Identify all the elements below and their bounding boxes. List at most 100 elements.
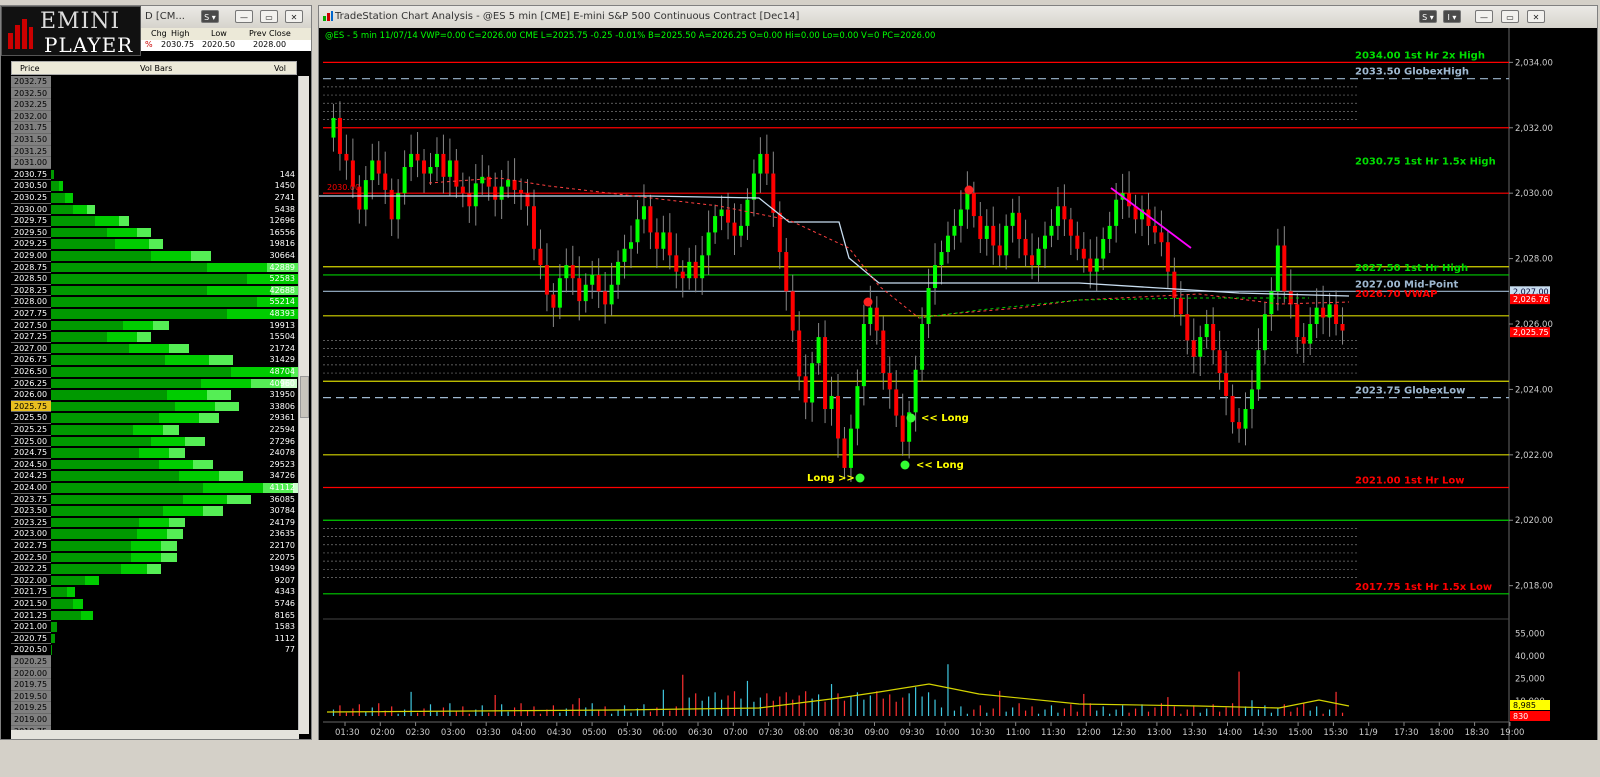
ladder-row[interactable]: 2032.75 xyxy=(11,76,299,88)
ladder-row[interactable]: 2022.00 9207 xyxy=(11,574,299,587)
ladder-row[interactable]: 2027.75 48393 xyxy=(11,308,299,320)
ladder-row[interactable]: 2024.00 41112 xyxy=(11,482,299,494)
ladder-row[interactable]: 2030.75 144 xyxy=(11,168,299,181)
ladder-row[interactable]: 2028.75 42889 xyxy=(11,261,299,274)
ladder-row[interactable]: 2025.00 27296 xyxy=(11,435,299,448)
ladder-row[interactable]: 2020.25 xyxy=(11,656,299,668)
candle-body xyxy=(1068,219,1073,236)
ladder-row[interactable]: 2032.50 xyxy=(11,87,299,100)
volume-bar xyxy=(51,448,139,458)
candle-body xyxy=(544,265,549,295)
candle-body xyxy=(473,183,478,207)
chart-close-button[interactable]: ✕ xyxy=(1527,10,1545,23)
volume-bar xyxy=(169,517,185,528)
ladder-row[interactable]: 2030.25 2741 xyxy=(11,192,299,204)
column-price[interactable]: Price xyxy=(20,64,40,73)
scroll-thumb[interactable] xyxy=(300,376,309,418)
ladder-row[interactable]: 2026.00 31950 xyxy=(11,389,299,401)
ladder-price: 2020.75 xyxy=(11,632,51,645)
x-tick-label: 03:00 xyxy=(441,728,466,738)
ladder-row[interactable]: 2029.75 12696 xyxy=(11,215,299,227)
ladder-price: 2027.25 xyxy=(11,331,51,343)
y-tick-label: 2,022.00 xyxy=(1515,451,1553,461)
ladder-horizontal-scrollbar[interactable] xyxy=(11,730,299,739)
ladder-row[interactable]: 2024.50 29523 xyxy=(11,458,299,471)
ladder-row[interactable]: 2027.25 15504 xyxy=(11,331,299,343)
ladder-row[interactable]: 2027.00 21724 xyxy=(11,342,299,355)
ladder-row[interactable]: 2026.25 40960 xyxy=(11,377,299,390)
volume-bar xyxy=(227,494,251,505)
ladder-row[interactable]: 2028.00 55214 xyxy=(11,296,299,308)
ladder-row[interactable]: 2022.25 19499 xyxy=(11,563,299,575)
ladder-row[interactable]: 2028.25 42688 xyxy=(11,284,299,297)
ladder-row[interactable]: 2021.00 1583 xyxy=(11,621,299,633)
column-vol-bars[interactable]: Vol Bars xyxy=(140,64,172,73)
candle-body xyxy=(1321,307,1326,318)
ladder-row[interactable]: 2024.25 34726 xyxy=(11,470,299,482)
ladder-vertical-scrollbar[interactable] xyxy=(298,76,309,734)
price-chart[interactable]: @ES - 5 min 11/07/14 VWP=0.00 C=2026.00 … xyxy=(319,28,1597,740)
ladder-row[interactable]: 2032.25 xyxy=(11,99,299,111)
ladder-row[interactable]: 2031.00 xyxy=(11,157,299,169)
maximize-button[interactable]: ▭ xyxy=(260,10,278,23)
chart-maximize-button[interactable]: ▭ xyxy=(1501,10,1519,23)
ladder-row[interactable]: 2030.00 5438 xyxy=(11,203,299,216)
ladder-row[interactable]: 2021.50 5746 xyxy=(11,598,299,610)
volume-bar xyxy=(67,587,75,597)
close-button[interactable]: ✕ xyxy=(285,10,303,23)
ladder-row[interactable]: 2019.25 xyxy=(11,702,299,714)
symbol-link-button[interactable]: S ▾ xyxy=(1419,10,1437,23)
ladder-row[interactable]: 2025.50 29361 xyxy=(11,412,299,424)
ladder-row[interactable]: 2020.00 xyxy=(11,667,299,680)
ladder-row[interactable]: 2027.50 19913 xyxy=(11,319,299,332)
ladder-row[interactable]: 2024.75 24078 xyxy=(11,447,299,459)
chart-app-icon xyxy=(323,11,333,21)
ladder-row[interactable]: 2028.50 52583 xyxy=(11,273,299,285)
ladder-row[interactable]: 2031.75 xyxy=(11,122,299,134)
candle-body xyxy=(557,278,562,308)
ladder-row[interactable]: 2025.75 33806 xyxy=(11,400,299,413)
ladder-price: 2028.50 xyxy=(11,273,51,285)
ladder-row[interactable]: 2026.75 31429 xyxy=(11,354,299,366)
candle-body xyxy=(1185,314,1190,341)
ladder-row[interactable]: 2029.00 30664 xyxy=(11,250,299,262)
candle-body xyxy=(732,222,737,236)
volume-bar xyxy=(207,262,267,273)
ladder-row[interactable]: 2019.75 xyxy=(11,679,299,691)
ladder-price: 2020.00 xyxy=(11,667,51,680)
volume-bar xyxy=(51,541,131,551)
ladder-row[interactable]: 2023.25 24179 xyxy=(11,516,299,529)
ladder-row[interactable]: 2019.00 xyxy=(11,714,299,726)
volume-bar xyxy=(51,390,167,400)
minimize-button[interactable]: — xyxy=(235,10,253,23)
ladder-row[interactable]: 2029.25 19816 xyxy=(11,238,299,250)
chart-minimize-button[interactable]: — xyxy=(1475,10,1493,23)
ladder-row[interactable]: 2031.25 xyxy=(11,145,299,158)
ladder-row[interactable]: 2020.50 77 xyxy=(11,644,299,656)
candle-body xyxy=(409,153,414,168)
column-vol[interactable]: Vol xyxy=(274,64,286,73)
candle-body xyxy=(758,153,763,174)
candle-body xyxy=(745,199,750,226)
volume-bar xyxy=(51,425,133,435)
candle-body xyxy=(570,265,575,279)
ladder-row[interactable]: 2020.75 1112 xyxy=(11,632,299,645)
ladder-row[interactable]: 2023.50 30784 xyxy=(11,505,299,517)
ladder-row[interactable]: 2025.25 22594 xyxy=(11,424,299,436)
ladder-row[interactable]: 2026.50 48704 xyxy=(11,366,299,378)
ladder-row[interactable]: 2022.75 22170 xyxy=(11,540,299,552)
ladder-row[interactable]: 2030.50 1450 xyxy=(11,180,299,192)
ladder-row[interactable]: 2032.00 xyxy=(11,110,299,123)
candle-body xyxy=(577,278,582,302)
symbol-menu-button[interactable]: S ▾ xyxy=(201,10,219,23)
ladder-row[interactable]: 2023.00 23635 xyxy=(11,528,299,540)
indicator-menu-button[interactable]: I ▾ xyxy=(1443,10,1461,23)
ladder-row[interactable]: 2031.50 xyxy=(11,134,299,146)
ladder-row[interactable]: 2023.75 36085 xyxy=(11,493,299,506)
ladder-row[interactable]: 2021.75 4343 xyxy=(11,586,299,598)
ladder-row[interactable]: 2029.50 16556 xyxy=(11,226,299,239)
x-tick-label: 04:30 xyxy=(547,728,572,738)
ladder-row[interactable]: 2022.50 22075 xyxy=(11,551,299,564)
ladder-row[interactable]: 2019.50 xyxy=(11,690,299,703)
ladder-row[interactable]: 2021.25 8165 xyxy=(11,609,299,622)
